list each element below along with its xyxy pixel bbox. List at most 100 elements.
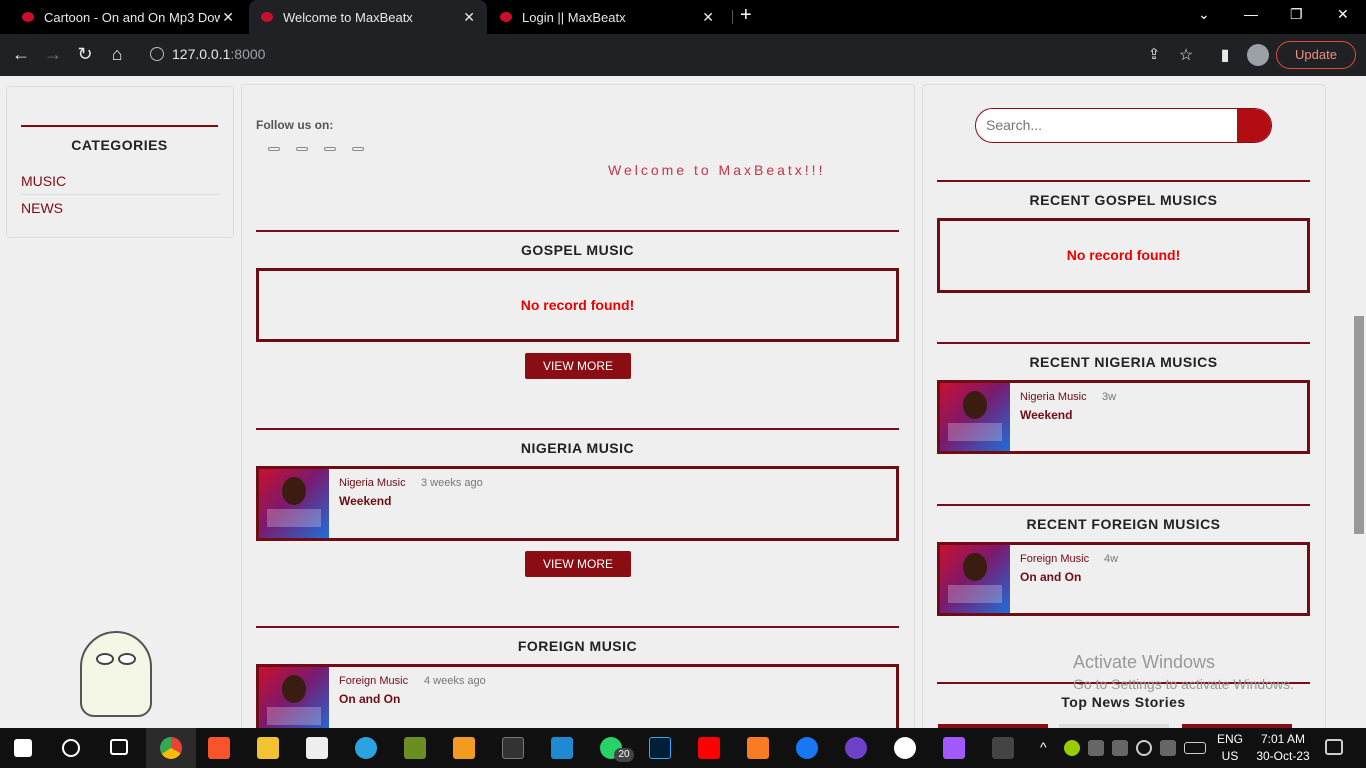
facebook-icon[interactable] [268,147,280,151]
song-cover-image[interactable] [259,667,329,728]
recent-gospel-title: RECENT GOSPEL MUSICS [1029,192,1218,208]
song-title[interactable]: On and On [1020,570,1081,584]
search-input[interactable] [986,117,1226,133]
song-title[interactable]: On and On [339,692,400,706]
nigeria-view-more-button[interactable]: VIEW MORE [525,551,631,577]
keyboard-icon[interactable] [1184,742,1206,754]
section-divider [21,125,218,127]
tab-login[interactable]: Login || MaxBeatx ✕ [488,0,726,34]
scrollbar-thumb[interactable] [1354,316,1364,534]
photoshop-icon[interactable] [649,737,671,759]
battery-icon[interactable] [1112,740,1128,756]
nigeria-music-item[interactable]: Nigeria Music 3 weeks ago Weekend [256,466,899,541]
side-panel-icon[interactable]: ▮ [1214,45,1236,65]
gospel-view-more-button[interactable]: VIEW MORE [525,353,631,379]
nigeria-music-title: NIGERIA MUSIC [520,440,635,456]
share-icon[interactable]: ⇪ [1143,45,1165,63]
minimize-icon[interactable]: — [1244,6,1258,22]
xampp-icon[interactable] [747,737,769,759]
network-icon[interactable] [1136,740,1152,756]
profile-avatar[interactable] [1247,44,1269,66]
clock-date[interactable]: 30-Oct-23 [1250,749,1316,763]
site-info-icon[interactable] [150,47,164,61]
category-link-news[interactable]: NEWS [21,200,218,216]
page-scrollbar[interactable] [1352,76,1366,728]
task-view-icon[interactable] [110,739,128,755]
tray-app-icon[interactable] [1064,740,1080,756]
tab-welcome[interactable]: Welcome to MaxBeatx ✕ [249,0,487,34]
language-indicator[interactable]: ENG [1214,732,1246,746]
address-field[interactable]: 127.0.0.1:8000 [150,46,265,62]
show-hidden-icons-icon[interactable]: ^ [1040,739,1047,755]
forward-icon[interactable]: → [42,44,64,65]
browser-tab-bar: Cartoon - On and On Mp3 Down ✕ Welcome t… [0,0,1366,34]
tab-cartoon[interactable]: Cartoon - On and On Mp3 Down ✕ [14,0,246,34]
song-category[interactable]: Nigeria Music [1020,391,1087,403]
section-divider [256,230,899,232]
microsoft-store-icon[interactable] [992,737,1014,759]
song-category[interactable]: Nigeria Music [339,477,406,489]
terminal-icon[interactable] [502,737,524,759]
windows-start-icon[interactable] [14,739,32,757]
site-favicon-icon [500,12,512,22]
recent-nigeria-item[interactable]: Nigeria Music 3w Weekend [937,380,1310,454]
gospel-music-title: GOSPEL MUSIC [520,242,635,258]
github-desktop-icon[interactable] [845,737,867,759]
search-button[interactable] [1237,109,1271,142]
back-icon[interactable]: ← [10,44,32,65]
onedrive-icon[interactable] [1088,740,1104,756]
git-tool-icon[interactable] [404,737,426,759]
category-link-music[interactable]: MUSIC [21,173,218,189]
address-toolbar: ← → ↻ ⌂ 127.0.0.1:8000 ⇪ ☆ ▮ Update [0,34,1366,76]
section-divider [937,504,1310,506]
tab-separator [732,10,733,24]
youtube-icon[interactable] [352,147,364,151]
mail-icon[interactable] [306,737,328,759]
song-cover-image[interactable] [940,383,1010,451]
song-time: 4w [1104,553,1119,565]
gospel-music-box: No record found! [256,268,899,342]
new-tab-icon[interactable]: + [740,4,752,27]
song-time: 3 weeks ago [421,477,483,489]
recent-foreign-title: RECENT FOREIGN MUSICS [1026,516,1221,532]
song-cover-image[interactable] [259,469,329,538]
close-tab-icon[interactable]: ✕ [222,9,234,26]
telegram-icon[interactable] [355,737,377,759]
activate-windows-title: Activate Windows [1073,652,1216,672]
search-icon[interactable] [62,739,80,757]
bookmark-star-icon[interactable]: ☆ [1175,45,1197,65]
close-tab-icon[interactable]: ✕ [702,9,714,26]
github-icon[interactable] [894,737,916,759]
update-button[interactable]: Update [1276,41,1356,69]
region-indicator[interactable]: US [1214,749,1246,763]
chrome-icon[interactable] [160,737,182,759]
youtube-icon[interactable] [698,737,720,759]
tab-title: Cartoon - On and On Mp3 Down [44,9,220,25]
song-category[interactable]: Foreign Music [1020,553,1089,565]
sublime-text-icon[interactable] [453,737,475,759]
restore-icon[interactable]: ❐ [1290,6,1303,23]
recent-foreign-item[interactable]: Foreign Music 4w On and On [937,542,1310,616]
close-tab-icon[interactable]: ✕ [463,9,475,26]
song-cover-image[interactable] [940,545,1010,613]
vscode-icon[interactable] [551,737,573,759]
clock-time[interactable]: 7:01 AM [1250,732,1316,746]
foreign-music-item[interactable]: Foreign Music 4 weeks ago On and On [256,664,899,728]
instagram-icon[interactable] [324,147,336,151]
song-title[interactable]: Weekend [1020,408,1072,422]
notifications-icon[interactable] [1325,739,1343,755]
section-divider [937,180,1310,182]
brave-icon[interactable] [208,737,230,759]
facebook-icon[interactable] [796,737,818,759]
file-explorer-icon[interactable] [257,737,279,759]
home-icon[interactable]: ⌂ [106,44,128,65]
tab-search-chevron-icon[interactable]: ⌄ [1198,6,1210,23]
volume-icon[interactable] [1160,740,1176,756]
figma-icon[interactable] [943,737,965,759]
twitter-icon[interactable] [296,147,308,151]
song-category[interactable]: Foreign Music [339,675,408,687]
reload-icon[interactable]: ↻ [74,44,96,65]
window-close-icon[interactable]: ✕ [1337,6,1349,23]
welcome-marquee: Welcome to MaxBeatx!!! [608,162,826,178]
song-title[interactable]: Weekend [339,494,391,508]
